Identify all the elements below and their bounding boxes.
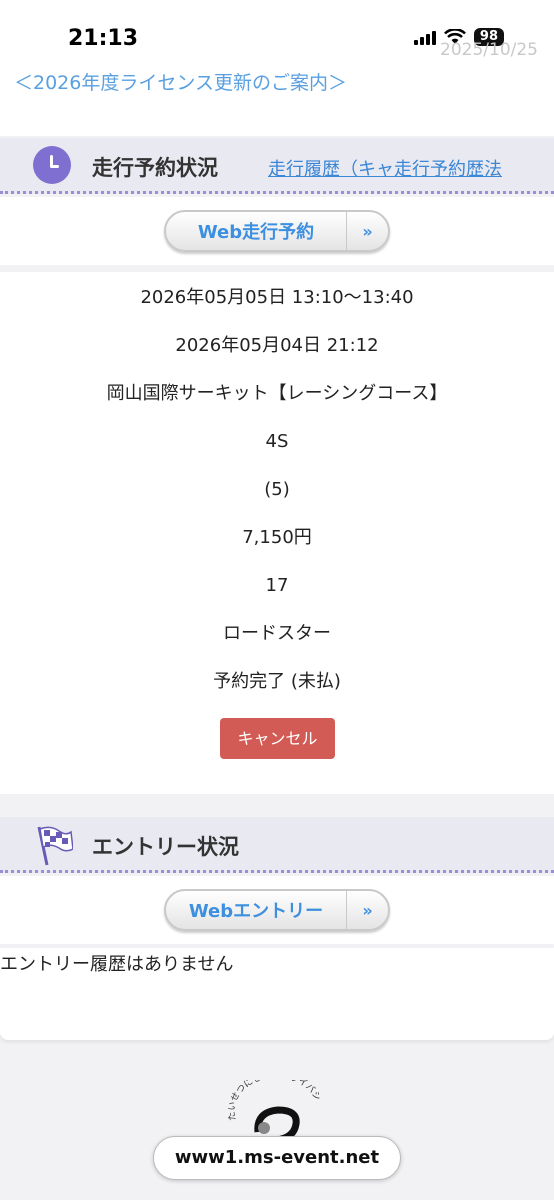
run-datetime: 2026年05月05日 13:10〜13:40 [140,287,414,308]
web-run-reservation-button[interactable]: Web走行予約 » [164,210,390,252]
car-model: ロードスター [223,623,331,644]
car-number: 17 [265,575,289,596]
cancel-button[interactable]: キャンセル [220,718,335,759]
url-bar[interactable]: www1.ms-event.net [153,1136,401,1180]
signal-icon [413,29,436,45]
clock-icon [33,146,71,184]
svg-text:たいせつにしますプライバシー: たいせつにしますプライバシー [226,1080,322,1121]
ghost-date: 2025/10/25 [440,40,538,60]
checkered-flag-icon [37,826,73,866]
entry-button-area: Webエントリー » [0,876,554,944]
reservation-status: 予約完了 (未払) [213,671,341,692]
price: 7,150円 [242,527,312,548]
double-chevron-right-icon: » [346,212,388,250]
run-history-link[interactable]: 走行履歴（キャ走行予約歴法 [268,155,528,181]
class: 4S [265,431,289,452]
count: (5) [264,479,290,500]
circuit-name: 岡山国際サーキット【レーシングコース】 [106,383,448,404]
status-time: 21:13 [68,26,139,51]
entry-empty-message: エントリー履歴はありません [0,954,234,975]
web-entry-button[interactable]: Webエントリー » [164,889,390,931]
web-entry-label: Webエントリー [188,901,324,922]
reservation-title: 走行予約状況 [92,156,218,180]
license-renewal-link[interactable]: ＜2026年度ライセンス更新のご案内＞ [14,68,347,95]
double-chevron-right-icon: » [346,891,388,929]
web-run-reservation-label: Web走行予約 [197,222,315,243]
reserved-at: 2026年05月04日 21:12 [175,335,379,356]
entry-title: エントリー状況 [92,835,239,859]
reservation-details: 2026年05月05日 13:10〜13:40 2026年05月04日 21:1… [0,274,554,706]
reservation-button-area: Web走行予約 » [0,197,554,265]
entry-section-header: エントリー状況 [0,817,554,873]
reservation-section-header: 走行予約状況 走行履歴（キャ走行予約歴法 [0,138,554,194]
